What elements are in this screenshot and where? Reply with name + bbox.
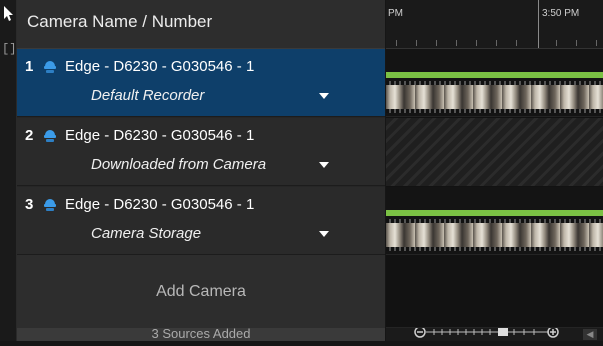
camera-dome-icon [43, 57, 57, 75]
add-camera-button[interactable]: Add Camera [17, 255, 385, 328]
no-recording-area [386, 118, 603, 186]
camera-name: Edge - D6230 - G030546 - 1 [65, 196, 255, 213]
video-thumbnail-strip[interactable] [386, 81, 603, 113]
camera-number: 3 [25, 196, 34, 213]
timeline-panel[interactable]: PM 3:50 PM ◀ [386, 0, 603, 341]
ruler-tick [436, 40, 437, 46]
source-select[interactable]: Downloaded from Camera [91, 156, 266, 173]
film-perforation [386, 219, 603, 223]
timeline-lane-3[interactable] [386, 187, 603, 255]
tool-strip: [] [0, 0, 17, 341]
ruler-tick [416, 40, 417, 46]
timeline-controls: ◀ [386, 326, 603, 341]
ruler-tick [596, 40, 597, 46]
chevron-down-icon[interactable] [319, 231, 329, 237]
film-perforation [386, 247, 603, 251]
camera-row-3[interactable]: 3 Edge - D6230 - G030546 - 1 Camera Stor… [17, 187, 385, 255]
ruler-tick [456, 40, 457, 46]
camera-number: 1 [25, 58, 34, 75]
sources-added-label: 3 Sources Added [151, 328, 251, 341]
camera-row-2[interactable]: 2 Edge - D6230 - G030546 - 1 Downloaded … [17, 118, 385, 186]
ruler-tick [576, 40, 577, 46]
timeline-lane-empty [386, 256, 603, 328]
chevron-down-icon[interactable] [319, 93, 329, 99]
camera-name: Edge - D6230 - G030546 - 1 [65, 127, 255, 144]
camera-number: 2 [25, 127, 34, 144]
scroll-left-icon[interactable]: ◀ [583, 329, 597, 340]
ruler-tick [496, 40, 497, 46]
ruler-tick [556, 40, 557, 46]
camera-list-panel: Camera Name / Number 1 Edge - D6230 - G0… [17, 0, 385, 341]
zoom-slider[interactable] [414, 326, 559, 341]
time-label: 3:50 PM [542, 8, 580, 19]
timeline-lane-1[interactable] [386, 49, 603, 117]
pointer-icon[interactable] [0, 3, 16, 23]
chevron-down-icon[interactable] [319, 162, 329, 168]
camera-row-1[interactable]: 1 Edge - D6230 - G030546 - 1 Default Rec… [17, 49, 385, 117]
ruler-tick [396, 40, 397, 46]
camera-name: Edge - D6230 - G030546 - 1 [65, 58, 255, 75]
selection-bracket-icon[interactable]: [] [2, 42, 16, 56]
time-label: PM [388, 8, 403, 19]
column-title: Camera Name / Number [27, 12, 213, 31]
status-bar: 3 Sources Added [17, 328, 385, 341]
ruler-tick [476, 40, 477, 46]
time-marker [538, 0, 539, 48]
time-ruler[interactable]: PM 3:50 PM [386, 0, 603, 49]
timeline-lane-2[interactable] [386, 118, 603, 186]
camera-dome-icon [43, 195, 57, 213]
camera-list-header: Camera Name / Number [17, 0, 385, 49]
ruler-tick [516, 40, 517, 46]
film-perforation [386, 81, 603, 85]
recording-bar [386, 72, 603, 78]
source-select[interactable]: Default Recorder [91, 87, 204, 104]
recording-bar [386, 210, 603, 216]
video-thumbnail-strip[interactable] [386, 219, 603, 251]
camera-dome-icon [43, 126, 57, 144]
film-perforation [386, 109, 603, 113]
source-select[interactable]: Camera Storage [91, 225, 201, 242]
add-camera-row: Add Camera [17, 255, 385, 329]
